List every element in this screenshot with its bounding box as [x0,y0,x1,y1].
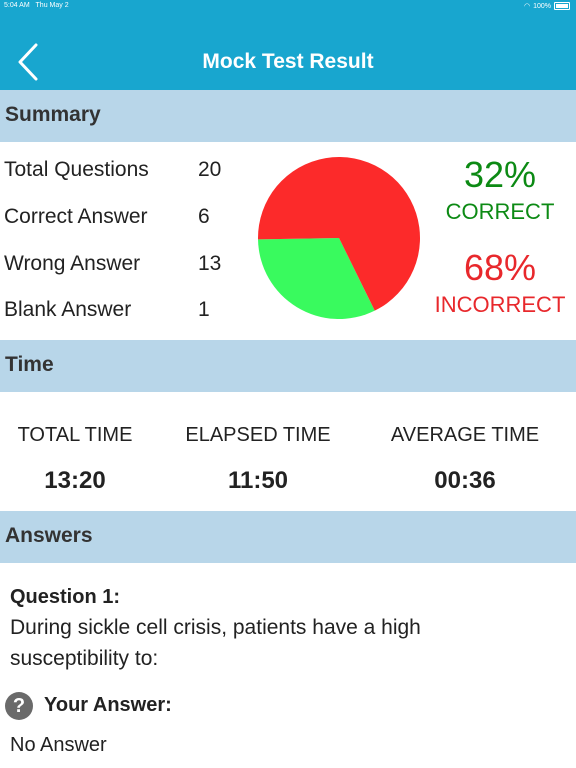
summary-header: Summary [0,90,576,142]
time-label-total: TOTAL TIME [17,424,133,446]
time-col-total: TOTAL TIME 13:20 [0,424,171,495]
question-text: During sickle cell crisis, patients have… [10,616,421,670]
your-answer-label: Your Answer: [44,694,172,716]
status-right: ◠ 100% [524,2,570,10]
stat-value-wrong: 13 [198,252,222,275]
time-label-elapsed: ELAPSED TIME [185,424,331,446]
stat-value-correct: 6 [198,205,210,228]
time-col-elapsed: ELAPSED TIME 11:50 [162,424,354,495]
wifi-icon: ◠ [523,3,531,10]
stat-value-blank: 1 [198,298,210,321]
time-heading: Time [5,353,54,376]
incorrect-percent: 68% [463,247,537,288]
answers-heading: Answers [5,524,93,547]
stat-label-wrong: Wrong Answer [4,252,141,275]
correct-percent: 32% [463,154,537,195]
your-answer-value: No Answer [10,734,107,756]
time-value-average: 00:36 [434,467,496,494]
time-label-average: AVERAGE TIME [390,424,540,446]
question-mark-icon: ? [5,692,33,720]
result-pie-chart [258,156,420,319]
battery-percent: 100% [533,2,551,10]
incorrect-label: INCORRECT [434,292,566,317]
status-time: 5:04 AM Thu May 2 [4,2,69,9]
correct-label: CORRECT [445,199,555,224]
stat-label-total: Total Questions [4,158,149,181]
summary-heading: Summary [5,103,101,126]
page-title: Mock Test Result [202,50,374,73]
time-value-elapsed: 11:50 [227,467,289,494]
time-value-total: 13:20 [44,467,106,494]
nav-bar: Mock Test Result [0,14,576,90]
question-title: Question 1: [10,586,121,608]
answers-header: Answers [0,511,576,563]
stat-label-blank: Blank Answer [4,298,132,321]
status-bar: 5:04 AM Thu May 2 ◠ 100% [0,0,576,14]
time-col-average: AVERAGE TIME 00:36 [369,424,561,495]
stat-label-correct: Correct Answer [4,205,148,228]
status-date: Thu May 2 [35,2,69,9]
time-header: Time [0,340,576,392]
battery-icon [554,2,570,10]
stat-value-total: 20 [198,158,222,181]
